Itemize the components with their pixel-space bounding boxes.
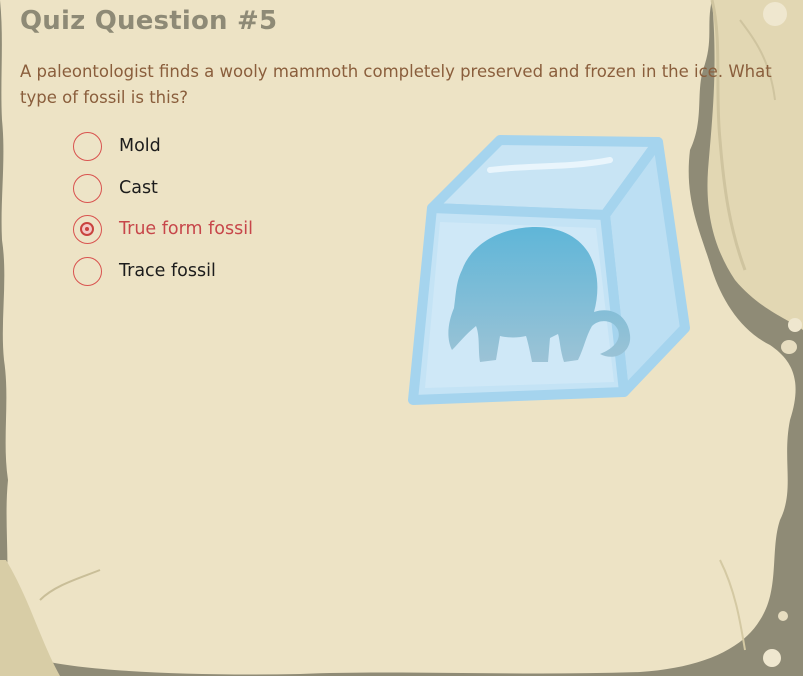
pebble <box>788 318 802 332</box>
pebble <box>781 340 797 354</box>
option-true-form-fossil[interactable]: True form fossil <box>73 215 313 257</box>
quiz-screen: Quiz Question #5 A paleontologist finds … <box>0 0 803 676</box>
mammoth-ice-cube-illustration <box>408 135 690 405</box>
quiz-title: Quiz Question #5 <box>20 6 278 36</box>
pebble <box>763 649 781 667</box>
question-text: A paleontologist finds a wooly mammoth c… <box>20 62 772 107</box>
radio-button[interactable] <box>73 132 102 161</box>
radio-button[interactable] <box>73 215 102 244</box>
answer-options: Mold Cast True form fossil Trace fossil <box>73 132 313 298</box>
option-trace-fossil[interactable]: Trace fossil <box>73 256 313 299</box>
pebble <box>763 2 787 26</box>
option-label: Trace fossil <box>119 260 216 281</box>
option-mold[interactable]: Mold <box>73 132 313 174</box>
option-cast[interactable]: Cast <box>73 173 313 216</box>
radio-button[interactable] <box>73 256 102 286</box>
option-label: Mold <box>119 136 161 156</box>
radio-selected-icon <box>80 222 94 236</box>
option-label: True form fossil <box>119 219 253 239</box>
option-label: Cast <box>119 177 158 198</box>
pebble <box>778 611 788 621</box>
radio-button[interactable] <box>73 173 102 203</box>
